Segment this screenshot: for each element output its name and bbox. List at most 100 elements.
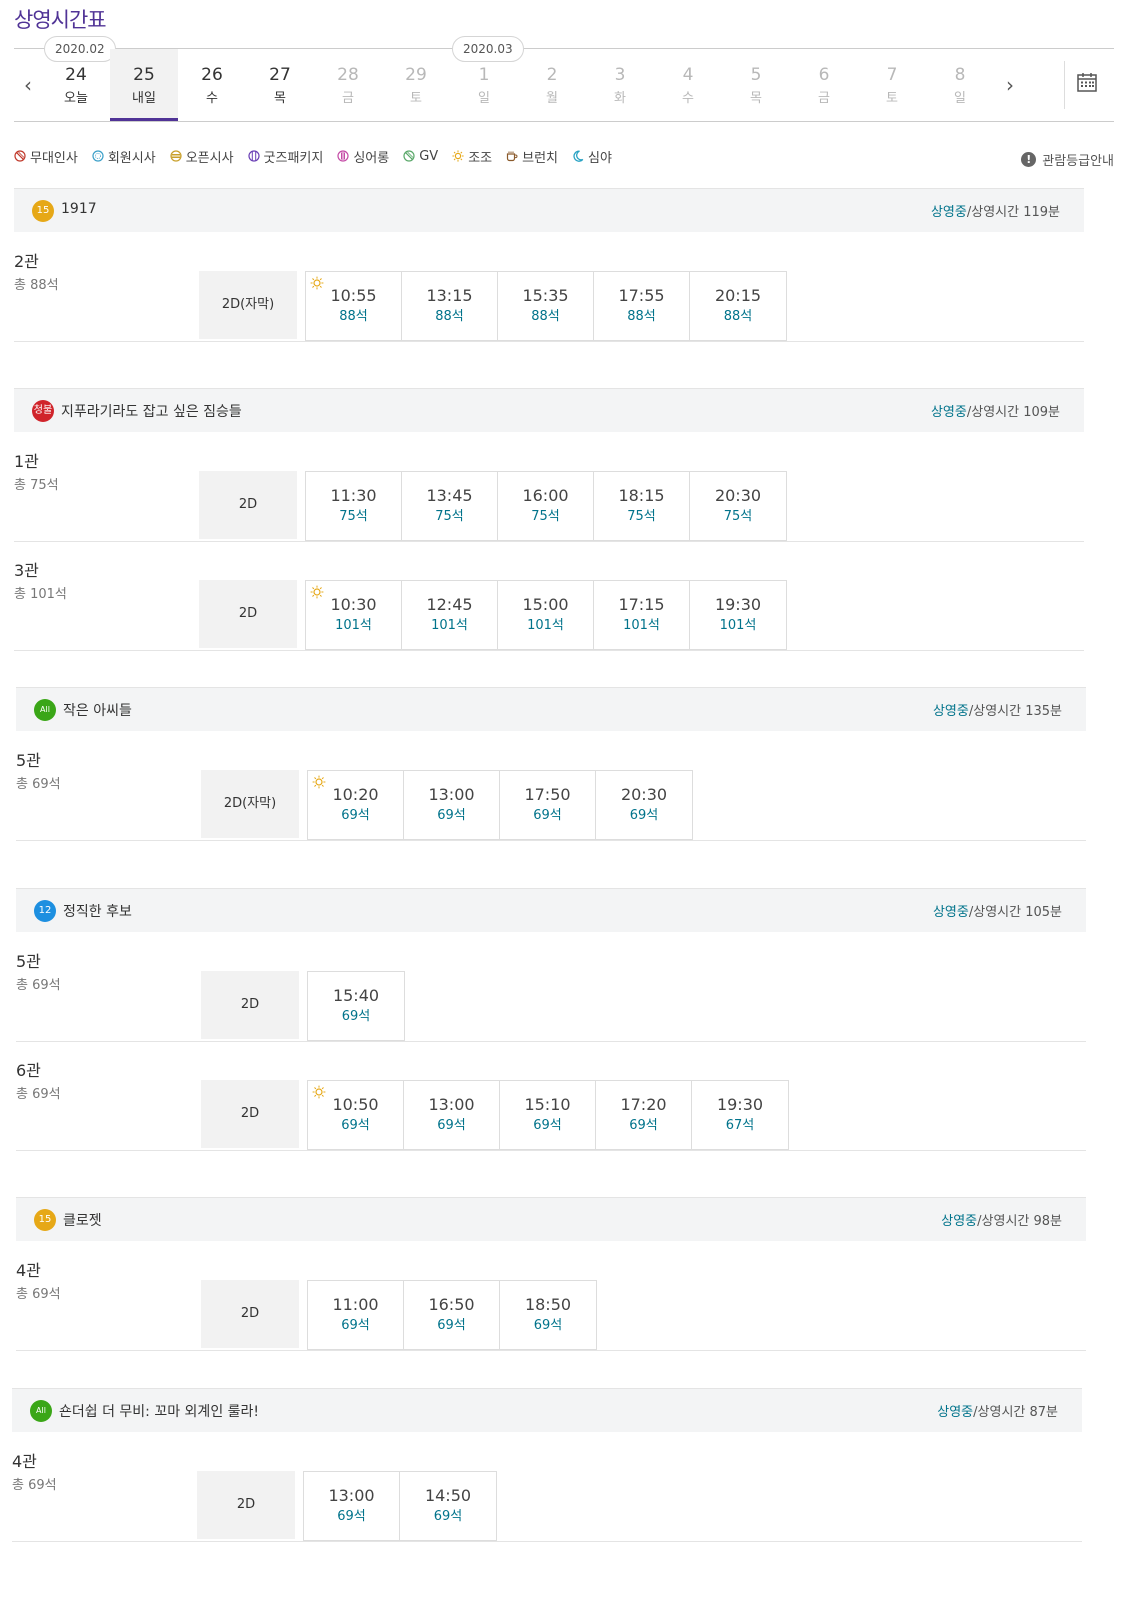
date-item: 5목 [722,49,790,121]
showtime-button[interactable]: 20:15 88석 [690,272,786,340]
showtime-button[interactable]: 13:00 69석 [404,771,500,839]
showtime-button[interactable]: 15:10 69석 [500,1081,596,1149]
showtime-button[interactable]: 19:30 101석 [690,581,786,649]
hall-row: 2관 총 88석 2D(자막) 10:55 88석 13:15 88석 15:35 88석 17:… [14,232,1084,342]
status-text: 상영중 [932,704,969,719]
showtime-button[interactable]: 19:30 67석 [692,1081,788,1149]
showtime-button[interactable]: 11:00 69석 [308,1281,404,1349]
page-title: 상영시간표 [14,8,107,32]
format-label: 2D [201,1080,299,1148]
legend-label: 브런치 [522,150,559,166]
showtime-button[interactable]: 13:15 88석 [402,272,498,340]
rating-guide-link[interactable]: ! 관람등급안내 [1021,150,1114,169]
showtime-time: 20:15 [714,286,762,305]
legend-label: 심야 [588,150,612,166]
movie-title[interactable]: 지푸라기라도 잡고 싶은 짐승들 [61,401,242,421]
showtime-seats: 101석 [527,618,564,633]
movie-title[interactable]: 1917 [61,201,97,217]
showtime-time: 15:35 [522,286,569,305]
hall-total-seats: 총 101석 [14,587,67,602]
showtime-button[interactable]: 16:50 69석 [404,1281,500,1349]
showtime-button[interactable]: 20:30 69석 [596,771,692,839]
legend-label: 싱어롱 [353,150,390,166]
showtime-seats: 69석 [341,808,370,823]
showtime-button[interactable]: 12:45 101석 [402,581,498,649]
showtime-list: 15:40 69석 [307,971,405,1041]
status-text: 상영중 [941,1214,978,1229]
movie-info: 상영중/상영시간 135분 [933,700,1062,719]
showtime-button[interactable]: 18:15 75석 [594,472,690,540]
showtime-seats: 69석 [341,1009,371,1024]
showtime-time: 15:00 [522,595,569,614]
date-next-button[interactable]: › [996,49,1024,121]
showtime-list: 11:30 75석 13:45 75석 16:00 75석 18:15 75석 20:30 75석 [305,471,787,541]
date-item[interactable]: 25 내일 [110,49,178,121]
showtime-button[interactable]: 15:35 88석 [498,272,594,340]
showtime-button[interactable]: 17:15 101석 [594,581,690,649]
showtime-time: 16:00 [522,486,569,505]
showtime-button[interactable]: 17:55 88석 [594,272,690,340]
date-item[interactable]: 26 수 [178,49,246,121]
date-weekday: 목 [274,91,286,106]
member-preview-icon [92,150,104,162]
date-item[interactable]: 27 목 [246,49,314,121]
showtime-button[interactable]: 16:00 75석 [498,472,594,540]
showtime-button[interactable]: 15:00 101석 [498,581,594,649]
date-weekday: 금 [818,91,830,106]
date-day: 1 [478,65,490,85]
legend-label: 굿즈패키지 [263,150,324,166]
movie-info: 상영중/상영시간 109분 [931,401,1060,420]
showtime-time: 17:15 [618,595,665,614]
morning-sun-icon [312,775,326,789]
date-weekday: 금 [342,91,354,106]
runtime-text: /상영시간 119분 [966,205,1060,220]
movie-title[interactable]: 숀더쉽 더 무비: 꼬마 외계인 룰라! [59,1401,259,1421]
date-day: 26 [201,65,223,85]
showtime-seats: 69석 [437,808,466,823]
showtime-seats: 88석 [339,309,368,324]
date-prev-button[interactable]: ‹ [14,49,42,121]
hall-total-seats: 총 69석 [16,1087,61,1102]
showtime-seats: 69석 [533,808,562,823]
showtime-seats: 101석 [623,618,660,633]
showtime-button[interactable]: 13:45 75석 [402,472,498,540]
showtime-list: 11:00 69석 16:50 69석 18:50 69석 [307,1280,597,1350]
showtime-button[interactable]: 17:50 69석 [500,771,596,839]
showtime-time: 13:45 [426,486,473,505]
showtime-button[interactable]: 18:50 69석 [500,1281,596,1349]
showtime-button[interactable]: 11:30 75석 [306,472,402,540]
date-weekday: 목 [750,91,762,106]
showtime-seats: 101석 [431,618,468,633]
movie-title[interactable]: 작은 아씨들 [63,700,132,720]
movie-header: 15 클로젯 상영중/상영시간 98분 [16,1197,1086,1241]
hall-row: 5관 총 69석 2D 15:40 69석 [16,932,1086,1042]
showtime-time: 19:30 [716,1095,764,1114]
showtime-button[interactable]: 13:00 69석 [404,1081,500,1149]
showtime-button[interactable]: 10:50 69석 [308,1081,404,1149]
showtime-button[interactable]: 14:50 69석 [400,1472,496,1540]
showtime-button[interactable]: 17:20 69석 [596,1081,692,1149]
showtime-time: 20:30 [620,785,668,804]
showtime-button[interactable]: 10:55 88석 [306,272,402,340]
showtime-button[interactable]: 20:30 75석 [690,472,786,540]
hall-row: 3관 총 101석 2D 10:30 101석 12:45 101석 15:00 101석 17:… [14,541,1084,651]
calendar-button[interactable] [1076,71,1106,99]
rating-guide-label: 관람등급안내 [1042,154,1114,169]
showtime-button[interactable]: 10:20 69석 [308,771,404,839]
rating-badge: 청불 [32,400,54,422]
format-label: 2D(자막) [201,770,299,838]
showtime-button[interactable]: 10:30 101석 [306,581,402,649]
date-item: 7토 [858,49,926,121]
showtime-button[interactable]: 15:40 69석 [308,972,404,1040]
date-day: 4 [682,65,694,85]
movie-info: 상영중/상영시간 105분 [933,901,1062,920]
showtime-time: 13:00 [428,785,475,804]
showtime-button[interactable]: 13:00 69석 [304,1472,400,1540]
movie-title[interactable]: 클로젯 [63,1210,102,1230]
showtime-time: 18:50 [524,1295,572,1314]
showtime-seats: 69석 [437,1318,466,1333]
date-day: 27 [269,65,291,85]
date-item[interactable]: 24 오늘 [42,49,110,121]
legend-label: 회원시사 [107,150,156,166]
movie-title[interactable]: 정직한 후보 [63,901,132,921]
